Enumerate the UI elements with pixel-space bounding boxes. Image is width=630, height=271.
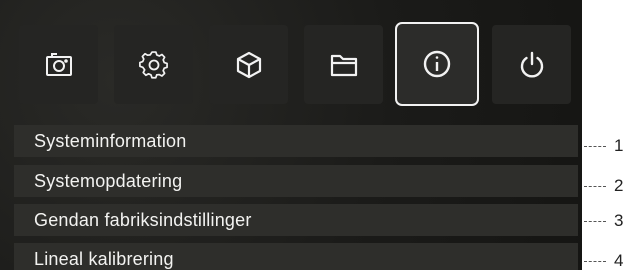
callout-number: 2: [614, 176, 624, 195]
3d-model-button[interactable]: [209, 25, 288, 104]
power-button[interactable]: [492, 25, 571, 104]
toolbar: [0, 0, 582, 120]
info-button[interactable]: [395, 22, 479, 106]
callout-4: 4: [584, 251, 623, 271]
menu-item-label: Lineal kalibrering: [34, 248, 174, 269]
callout-leader-line: [584, 220, 606, 222]
callout-leader-line: [584, 185, 606, 187]
info-icon: [423, 50, 451, 78]
menu-item-lineal-kalibrering[interactable]: Lineal kalibrering: [14, 243, 578, 270]
camera-button[interactable]: [19, 25, 98, 104]
device-screen: Systeminformation Systemopdatering Genda…: [0, 0, 582, 270]
gear-icon: [138, 50, 168, 79]
menu-item-systemopdatering[interactable]: Systemopdatering: [14, 165, 578, 197]
callout-number: 3: [614, 211, 624, 230]
menu-item-gendan-fabriksindstillinger[interactable]: Gendan fabriksindstillinger: [14, 204, 578, 236]
menu-item-label: Systeminformation: [34, 130, 187, 151]
callout-1: 1: [584, 136, 623, 156]
callout-number: 4: [614, 251, 624, 270]
folder-icon: [330, 54, 357, 76]
menu-item-label: Gendan fabriksindstillinger: [34, 209, 252, 230]
menu-item-systeminformation[interactable]: Systeminformation: [14, 125, 578, 157]
power-icon: [520, 51, 543, 78]
cube-icon: [236, 51, 261, 78]
files-button[interactable]: [304, 25, 383, 104]
callout-2: 2: [584, 176, 623, 196]
menu-item-label: Systemopdatering: [34, 170, 183, 191]
callout-number: 1: [614, 136, 624, 155]
callout-leader-line: [584, 260, 606, 262]
callout-3: 3: [584, 211, 623, 231]
camera-icon: [45, 52, 72, 76]
callout-leader-line: [584, 145, 606, 147]
settings-button[interactable]: [114, 25, 193, 104]
